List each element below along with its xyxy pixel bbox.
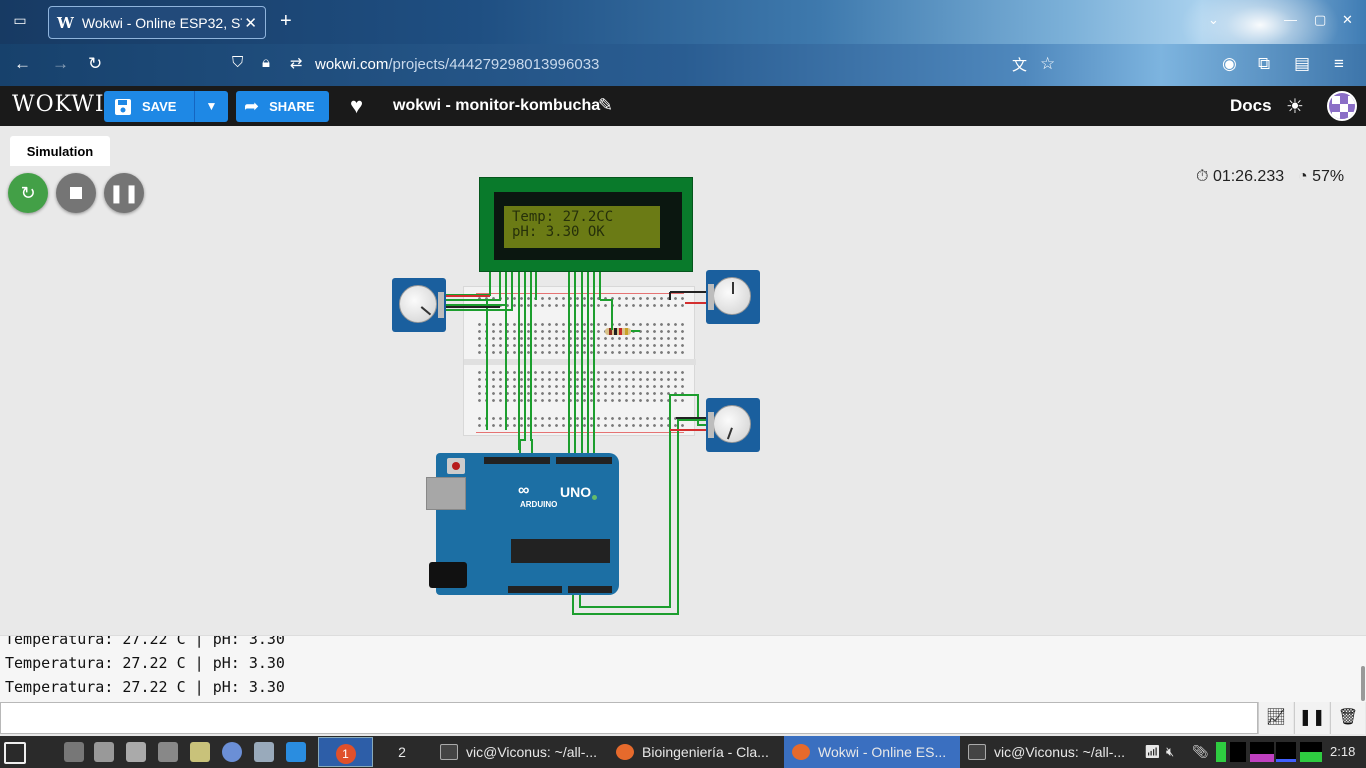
power-jack [429,562,467,588]
serial-input-field[interactable] [0,702,1258,734]
pause-icon: ❚❚ [1298,709,1326,726]
paperclip-icon[interactable]: 📎︎ [1192,744,1209,760]
potentiometer-top-right[interactable] [706,270,760,324]
show-desktop-icon[interactable] [64,742,84,762]
board-label: UNO [560,484,592,500]
line-chart-icon: 📈︎ [1265,709,1287,726]
browser-launcher-icon[interactable] [222,742,242,762]
network-monitor-icon [1250,742,1274,762]
potentiometer-bottom-right[interactable] [706,398,760,452]
wifi-icon[interactable]: 📶︎ [1144,744,1161,760]
os-taskbar: 1 2 vic@Viconus: ~/all-... Bioingeniería… [0,736,1366,768]
usb-port [426,477,466,510]
firefox-icon [792,744,810,760]
cpu-monitor-icon [1216,742,1226,762]
serial-monitor-output[interactable]: Temperatura: 27.22 C | pH: 3.30 Temperat… [0,635,1366,702]
start-menu-icon[interactable] [4,742,26,764]
taskbar-item-firefox-bioingenieria[interactable]: Bioingeniería - Cla... [608,736,784,768]
power-led [592,495,597,500]
skype-icon[interactable] [286,742,306,762]
disk-monitor-icon [1276,742,1296,762]
clear-serial-button[interactable]: 🗑︎ [1330,702,1365,734]
taskbar-item-terminal-2[interactable]: vic@Viconus: ~/all-... [960,736,1136,768]
serial-line: Temperatura: 27.22 C | pH: 3.30 [5,678,285,696]
reset-button[interactable] [447,458,465,474]
downloads-icon[interactable] [94,742,114,762]
load-monitor-icon [1300,742,1322,762]
terminal-icon [968,744,986,760]
files-icon[interactable] [126,742,146,762]
plotter-button[interactable]: 📈︎ [1258,702,1293,734]
app-launcher-icon[interactable] [254,742,274,762]
folder-icon[interactable] [190,742,210,762]
firefox-icon [616,744,634,760]
taskbar-item-terminal-1[interactable]: vic@Viconus: ~/all-... [432,736,608,768]
clock[interactable]: 2:18 [1330,744,1355,759]
serial-scrollbar[interactable] [1361,666,1365,701]
serial-line: Temperatura: 27.22 C | pH: 3.30 [5,654,285,672]
taskbar-item-firefox-wokwi[interactable]: Wokwi - Online ES... [784,736,960,768]
microcontroller-chip [511,539,610,563]
volume-muted-icon[interactable]: 🔇︎ [1166,744,1174,760]
board-brand: ARDUINO [520,500,558,509]
arduino-logo-icon: ∞ [518,482,530,499]
workspace-2[interactable]: 2 [378,737,426,767]
serial-pause-button[interactable]: ❚❚ [1294,702,1329,734]
memory-monitor-icon [1230,742,1246,762]
archive-icon[interactable] [158,742,178,762]
trash-icon: 🗑︎ [1337,709,1359,726]
workspace-1[interactable]: 1 [318,737,373,767]
serial-line: Temperatura: 27.22 C | pH: 3.30 [5,635,285,648]
potentiometer-left[interactable] [392,278,446,332]
terminal-icon [440,744,458,760]
